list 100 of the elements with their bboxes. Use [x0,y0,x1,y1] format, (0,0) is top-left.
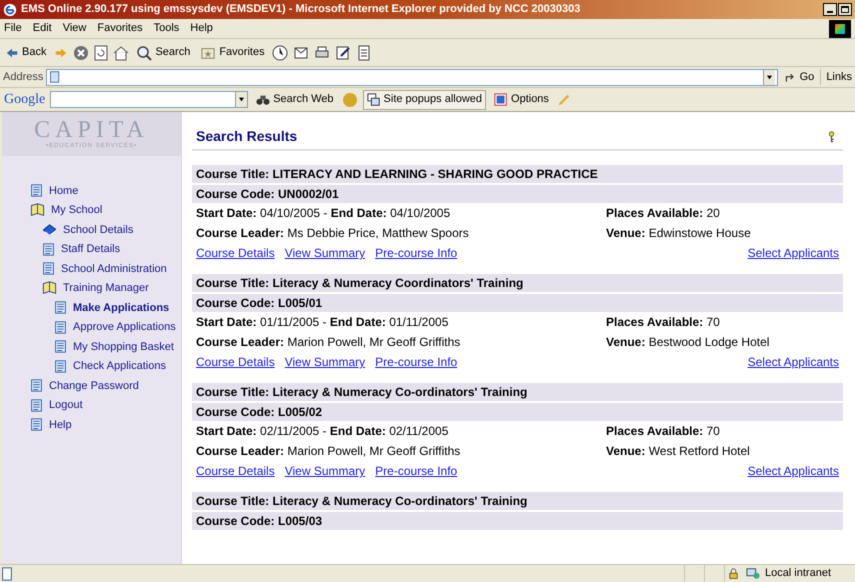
course-link[interactable]: View Summary [284,244,366,262]
nav-link[interactable]: Help [49,416,72,433]
nav-link[interactable]: Training Manager [63,280,149,296]
printer-icon [314,44,330,60]
home-icon [113,44,130,60]
network-icon [744,566,761,580]
menu-item[interactable]: Favorites [97,20,143,37]
course-leader: Course Leader: Marion Powell, Mr Geoff Griffiths [196,335,460,349]
document-icon [30,398,43,413]
course-link[interactable]: Pre-course Info [375,353,458,371]
options-icon [494,92,508,106]
caret-icon [238,97,246,102]
maximize-button[interactable] [838,3,852,16]
course-title: Course Title: Literacy & Numeracy Co-ordinators' Training [192,383,843,401]
document-icon [54,300,67,316]
select-applicants-link[interactable]: Select Applicants [748,244,839,262]
course-code: Course Code: L005/01 [192,294,843,312]
course-link[interactable]: Pre-course Info [375,462,458,480]
windows-icon [366,92,381,106]
document-icon [54,358,67,374]
edit-icon [334,44,352,60]
nav-link[interactable]: Change Password [49,378,139,394]
document-icon [42,242,55,257]
course-dates: Start Date: 02/11/2005 - End Date: 02/11/2005 [196,424,448,438]
search-button[interactable]: Search [133,44,194,61]
course-code: Course Code: UN0002/01 [192,185,843,203]
mail-icon [292,44,310,60]
places-available: Places Available: 70 [606,423,720,440]
course-venue: Venue: West Retford Hotel [606,443,750,460]
course-venue: Venue: Bestwood Lodge Hotel [606,334,770,351]
caret-icon [766,74,773,80]
document-icon [42,261,55,276]
course-title: Course Title: LITERACY AND LEARNING - SHARING GOOD PRACTICE [192,165,843,183]
document-icon [54,339,67,354]
book-icon [42,222,57,237]
page-icon [0,566,14,580]
window-title: EMS Online 2.90.177 using emssysdev (EMSDEV1) - Microsoft Internet Explorer provided by NCC 20030303 [21,2,580,18]
circle-icon [342,92,358,108]
links-label[interactable]: Links [820,68,852,86]
browser-icon [3,2,17,16]
document-icon [30,183,43,198]
course-link[interactable]: View Summary [284,462,366,480]
course-link[interactable]: View Summary [284,353,366,371]
places-available: Places Available: 70 [606,314,720,331]
menu-item[interactable]: Edit [32,20,52,37]
dropdown-button[interactable] [235,92,248,107]
favorites-button[interactable]: Favorites [197,44,268,61]
course-code: Course Code: L005/03 [192,512,843,530]
course-title: Course Title: Literacy & Numeracy Co-ordinators' Training [192,492,843,510]
binoculars-icon [256,92,270,106]
select-applicants-link[interactable]: Select Applicants [748,353,839,371]
address-field[interactable] [46,68,778,86]
nav-link[interactable]: My School [51,202,102,218]
nav-link[interactable]: Staff Details [61,241,120,258]
clock-icon [272,44,288,60]
course-link[interactable]: Course Details [196,462,275,480]
notepad-icon [356,44,372,60]
dropdown-button[interactable] [762,70,775,84]
course-link[interactable]: Pre-course Info [375,244,458,262]
refresh-icon [93,44,110,60]
document-icon [30,378,43,394]
nav-link[interactable]: Make Applications [73,300,170,316]
course-dates: Start Date: 01/11/2005 - End Date: 01/11/2005 [196,315,448,329]
page-title: Search Results [196,127,298,146]
course-link[interactable]: Course Details [196,244,275,262]
windows-logo-icon [829,20,851,38]
star-folder-icon [200,46,216,60]
search-web-button[interactable]: Search Web [253,91,337,108]
nav-link[interactable]: School Administration [61,260,167,277]
nav-link[interactable]: Home [49,182,78,199]
nav-link[interactable]: Check Applications [73,358,166,374]
popups-button[interactable]: Site popups allowed [362,90,486,110]
google-logo[interactable]: Google [4,89,46,110]
nav-link[interactable]: School Details [63,222,134,238]
course-code: Course Code: L005/02 [192,403,843,421]
course-dates: Start Date: 04/10/2005 - End Date: 04/10/2005 [196,206,450,220]
page-icon [49,71,62,83]
search-icon [136,44,152,60]
menu-item[interactable]: View [62,20,86,37]
address-label: Address [3,70,44,85]
nav-link[interactable]: Approve Applications [73,319,176,336]
menu-item[interactable]: Tools [154,20,180,37]
document-icon [54,320,67,335]
select-applicants-link[interactable]: Select Applicants [748,462,839,480]
google-search-field[interactable] [50,91,248,108]
nav-link[interactable]: Logout [49,397,83,414]
nav-link[interactable]: My Shopping Basket [73,338,174,355]
options-button[interactable]: Options [491,91,552,108]
stop-icon [73,44,90,60]
course-title: Course Title: Literacy & Numeracy Coordinators' Training [192,274,843,292]
menu-item[interactable]: Help [190,20,213,37]
highlighter-icon [556,92,571,106]
back-button[interactable]: Back [2,44,50,61]
document-icon [30,417,43,432]
open-book-icon [30,203,45,218]
security-zone: Local intranet [764,566,832,582]
go-button[interactable]: Go [780,68,818,86]
minimize-button[interactable] [823,3,837,16]
course-link[interactable]: Course Details [196,353,275,371]
menu-item[interactable]: File [4,20,22,37]
